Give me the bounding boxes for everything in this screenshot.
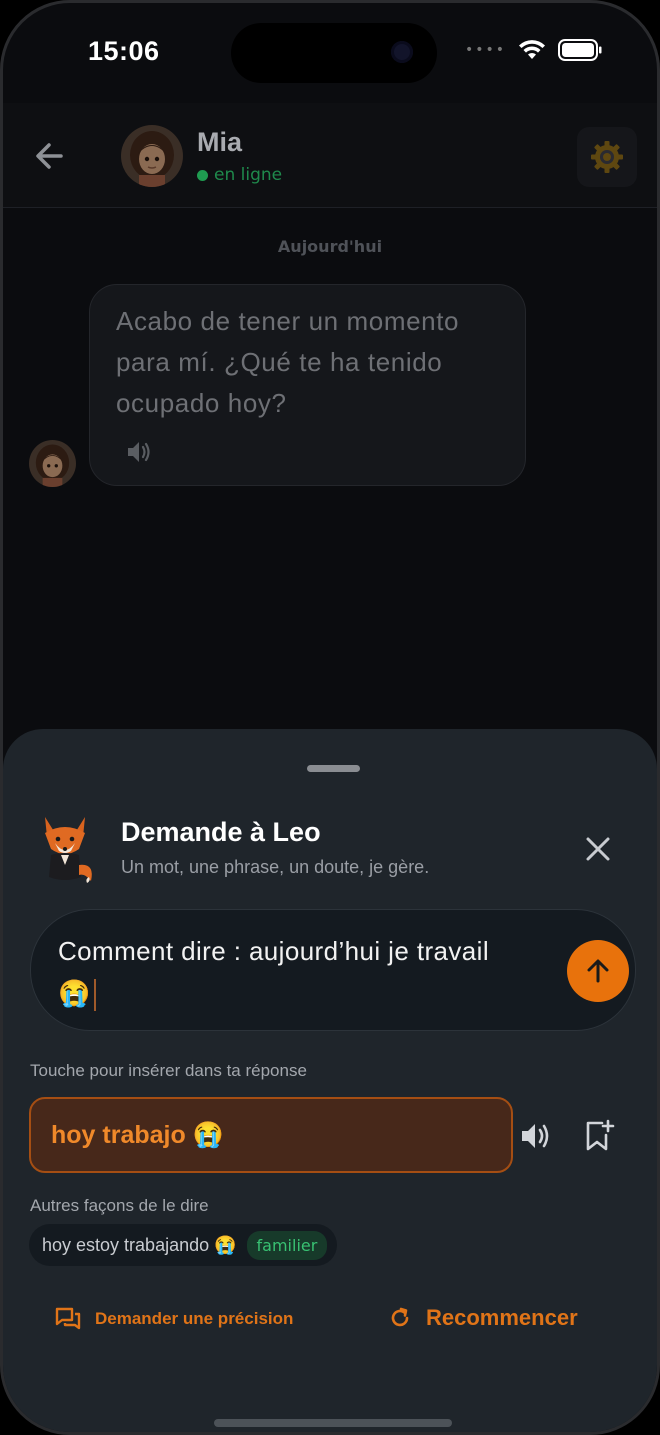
message-avatar [29,440,76,487]
ask-clarification-button[interactable]: Demander une précision [55,1307,293,1331]
chat-bubbles-icon [55,1307,81,1330]
online-status-label: en ligne [214,165,283,185]
alternative-chip[interactable]: hoy estoy trabajando 😭 familier [29,1224,338,1266]
restart-button[interactable]: Recommencer [388,1305,578,1331]
online-status: en ligne [197,165,282,185]
contact-name: Mia [197,127,243,157]
wifi-icon [519,40,545,59]
home-indicator[interactable] [214,1419,452,1427]
chat-header: Mia en ligne [3,103,657,208]
message-text: Acabo de tener un momento para mí. ¿Qué … [116,306,460,418]
online-dot-icon [197,169,208,181]
status-time: 15:06 [88,36,160,66]
ask-leo-sheet: Demande à Leo Un mot, une phrase, un dou… [3,729,657,1432]
status-icons: •••• [465,39,602,61]
speaker-icon[interactable] [126,439,152,465]
back-arrow-icon[interactable] [31,136,71,176]
question-input[interactable]: Comment dire : aujourd’hui je travail 😭 [30,909,636,1031]
sheet-drag-handle[interactable] [307,765,360,772]
date-separator: Aujourd'hui [277,237,383,256]
restart-label: Recommencer [426,1305,578,1330]
insert-hint: Touche pour insérer dans ta réponse [30,1061,307,1080]
speaker-icon[interactable] [519,1119,553,1153]
signal-icon: •••• [464,42,506,58]
settings-button[interactable] [577,127,637,187]
send-arrow-icon [587,959,609,983]
phone-frame: 15:06 •••• Mia en ligne Aujourd'hui Acab… [0,0,660,1435]
register-tag: familier [246,1230,328,1260]
sheet-title: Demande à Leo [121,817,321,847]
close-icon[interactable] [581,832,615,866]
settings-icon [591,141,623,173]
alternative-text: hoy estoy trabajando 😭 [42,1234,237,1255]
refresh-icon [391,1307,409,1327]
dynamic-island [231,23,437,83]
translation-answer[interactable]: hoy trabajo 😭 [29,1097,513,1173]
contact-avatar[interactable] [121,125,183,187]
text-caret [93,979,96,1012]
question-input-text[interactable]: Comment dire : aujourd’hui je travail 😭 [58,930,498,1014]
bookmark-add-icon[interactable] [583,1119,615,1153]
question-input-value: Comment dire : aujourd’hui je travail 😭 [58,936,489,1008]
alternatives-label: Autres façons de le dire [30,1196,209,1215]
ask-clarification-label: Demander une précision [95,1309,294,1328]
leo-fox-avatar [37,813,95,885]
status-bar: 15:06 •••• [3,3,657,103]
sheet-subtitle: Un mot, une phrase, un doute, je gère. [121,857,430,877]
camera-icon [391,41,413,63]
message-bubble[interactable]: Acabo de tener un momento para mí. ¿Qué … [89,284,526,486]
send-button[interactable] [567,940,629,1002]
battery-icon [558,39,602,61]
